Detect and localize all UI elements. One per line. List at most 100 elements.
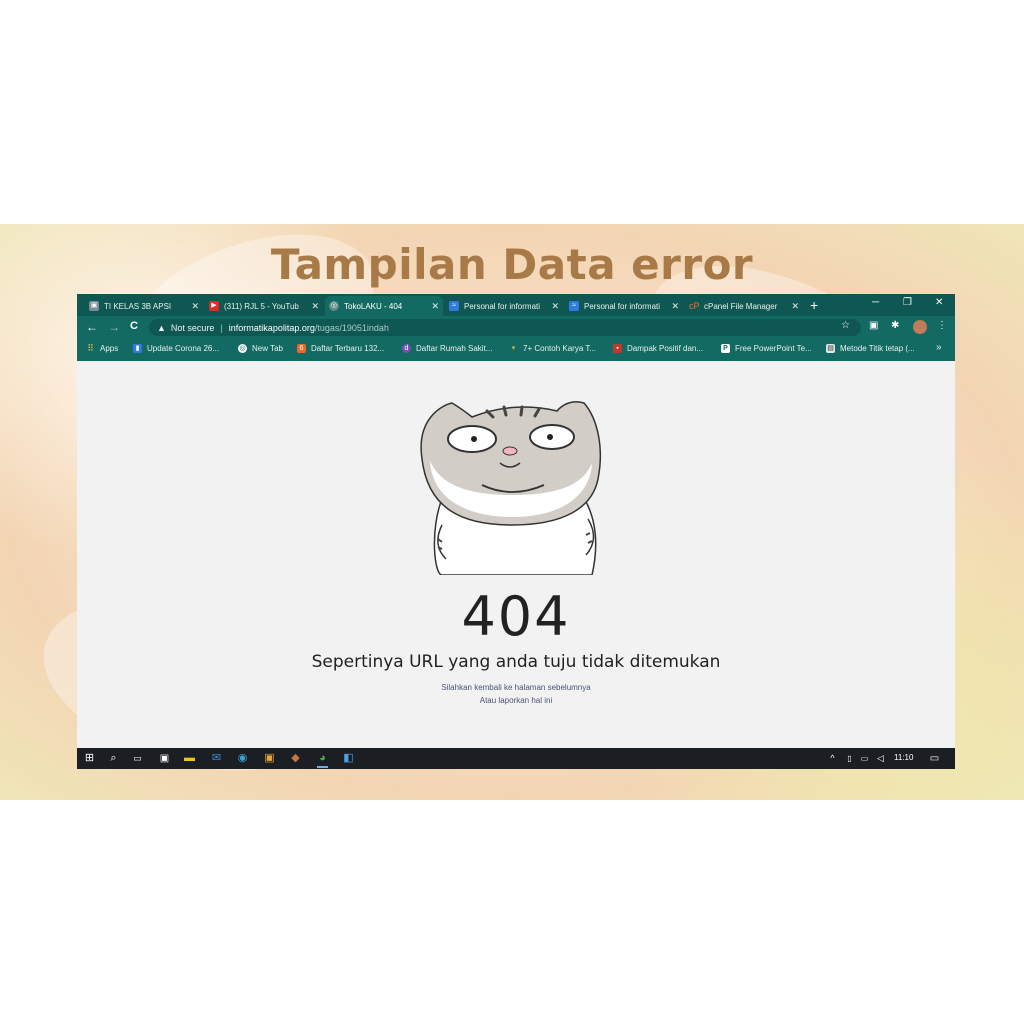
- classroom-icon: ▣: [89, 301, 99, 311]
- notification-icon[interactable]: ▭: [928, 752, 941, 765]
- tab-label: TI KELAS 3B APSI: [104, 301, 172, 311]
- app-icon[interactable]: ◧: [342, 752, 355, 765]
- error-message: Sepertinya URL yang anda tuju tidak dite…: [311, 652, 721, 672]
- reload-button[interactable]: C: [130, 320, 138, 332]
- bookmark-apps[interactable]: ⠿ Apps: [86, 343, 119, 354]
- error-page: 404 Sepertinya URL yang anda tuju tidak …: [77, 361, 955, 748]
- site-icon: d: [402, 344, 411, 353]
- store-icon[interactable]: ▣: [158, 752, 171, 765]
- clock[interactable]: 11:10: [894, 753, 913, 762]
- error-code: 404: [461, 585, 571, 648]
- bookmark-free-powerpoint[interactable]: P Free PowerPoint Te...: [721, 344, 812, 353]
- extension-icon[interactable]: ▣: [869, 320, 878, 331]
- fire-icon: 6: [297, 344, 306, 353]
- bookmarks-bar: ⠿ Apps ▮ Update Corona 26... ◎ New Tab 6…: [77, 339, 955, 361]
- doc-icon: ▤: [826, 344, 835, 353]
- tab-label: TokoLAKU - 404: [344, 301, 403, 311]
- minimize-button[interactable]: ─: [872, 297, 879, 308]
- slide-title: Tampilan Data error: [270, 240, 754, 289]
- restore-button[interactable]: ❐: [903, 297, 912, 308]
- mail-icon[interactable]: ✉: [210, 752, 223, 765]
- tab-bar: ▣ TI KELAS 3B APSI ✕ ▶ (311) RJL 5 - You…: [77, 294, 955, 316]
- bookmark-contoh-karya[interactable]: ▾ 7+ Contoh Karya T...: [509, 344, 596, 353]
- slide-background: Tampilan Data error ▣ TI KELAS 3B APSI ✕…: [0, 224, 1024, 800]
- security-label: Not secure: [170, 322, 215, 333]
- back-button[interactable]: ←: [86, 320, 98, 334]
- report-link[interactable]: Atau laporkan hal ini: [77, 696, 955, 705]
- warning-icon: ▲: [157, 322, 166, 333]
- tab-cpanel[interactable]: cP cPanel File Manager ✕: [685, 296, 803, 316]
- url-path: /tugas/19051indah: [314, 322, 389, 333]
- url-domain: informatikapolitap.org: [228, 322, 315, 333]
- star-icon[interactable]: ☆: [841, 320, 850, 331]
- bookmark-label: Daftar Terbaru 132...: [311, 344, 385, 353]
- search-icon[interactable]: ⌕: [107, 752, 120, 765]
- bookmark-metode-titik[interactable]: ▤ Metode Titik tetap (...: [826, 344, 915, 353]
- close-icon[interactable]: ✕: [191, 301, 199, 312]
- powerpoint-icon: P: [721, 344, 730, 353]
- menu-icon[interactable]: ⋮: [937, 320, 947, 331]
- bookmark-label: New Tab: [252, 344, 283, 353]
- globe-icon: ◎: [238, 344, 247, 353]
- bookmark-label: Apps: [100, 344, 119, 353]
- browser-screenshot: ▣ TI KELAS 3B APSI ✕ ▶ (311) RJL 5 - You…: [77, 294, 955, 769]
- volume-icon[interactable]: ◁: [874, 752, 887, 765]
- close-window-button[interactable]: ✕: [935, 297, 943, 308]
- taskbar: ⊞ ⌕ ▭ ▣ ▬ ✉ ◉ ▣ ◆ ◕ ◧ ^ ▯ ▭ ◁ 11:10 ▭: [77, 748, 955, 769]
- file-explorer-icon[interactable]: ▬: [183, 752, 196, 765]
- forward-button[interactable]: →: [108, 320, 120, 334]
- edge-icon[interactable]: ◉: [236, 752, 249, 765]
- tab-tokolaku[interactable]: ◎ TokoLAKU - 404 ✕: [325, 296, 443, 316]
- bookmark-dampak-positif[interactable]: ▪ Dampak Positif dan...: [613, 344, 703, 353]
- bookmark-icon: ▮: [133, 344, 142, 353]
- start-button[interactable]: ⊞: [83, 752, 96, 765]
- avatar[interactable]: [913, 320, 927, 334]
- bookmark-label: Metode Titik tetap (...: [840, 344, 915, 353]
- tray-chevron-icon[interactable]: ^: [826, 752, 839, 765]
- close-icon[interactable]: ✕: [431, 301, 439, 312]
- new-tab-button[interactable]: +: [810, 297, 818, 313]
- bookmark-label: 7+ Contoh Karya T...: [523, 344, 597, 353]
- bookmark-label: Daftar Rumah Sakit...: [416, 344, 493, 353]
- address-separator: |: [220, 322, 223, 333]
- bookmarks-more-button[interactable]: »: [936, 342, 942, 353]
- tab-ti-kelas[interactable]: ▣ TI KELAS 3B APSI ✕: [85, 296, 203, 316]
- tab-personal-1[interactable]: ≈ Personal for informati ✕: [445, 296, 563, 316]
- arrow-icon: ▾: [511, 345, 516, 352]
- network-icon[interactable]: ▯: [843, 752, 856, 765]
- tab-label: Personal for informati: [584, 301, 661, 311]
- battery-icon[interactable]: ▭: [858, 752, 871, 765]
- sublime-icon[interactable]: ◆: [289, 752, 302, 765]
- tab-label: Personal for informati: [464, 301, 541, 311]
- close-icon[interactable]: ✕: [671, 301, 679, 312]
- address-bar[interactable]: ▲ Not secure | informatikapolitap.org /t…: [149, 319, 861, 336]
- app-icon[interactable]: ▣: [263, 752, 276, 765]
- bookmark-label: Dampak Positif dan...: [627, 344, 704, 353]
- globe-icon: ◎: [329, 301, 339, 311]
- chrome-icon[interactable]: ◕: [316, 752, 329, 768]
- apps-grid-icon: ⠿: [87, 343, 94, 353]
- close-icon[interactable]: ✕: [551, 301, 559, 312]
- cat-illustration: [420, 400, 602, 575]
- task-view-icon[interactable]: ▭: [131, 752, 144, 765]
- bookmark-rumah-sakit[interactable]: d Daftar Rumah Sakit...: [402, 344, 492, 353]
- close-icon[interactable]: ✕: [311, 301, 319, 312]
- puzzle-icon[interactable]: ✱: [891, 320, 899, 331]
- chart-icon: ≈: [569, 301, 579, 311]
- bookmark-label: Update Corona 26...: [147, 344, 220, 353]
- tab-label: cPanel File Manager: [704, 301, 778, 311]
- browser-toolbar: ← → C ▲ Not secure | informatikapolitap.…: [77, 316, 955, 339]
- bookmark-new-tab[interactable]: ◎ New Tab: [238, 344, 283, 353]
- bookmark-daftar-terbaru[interactable]: 6 Daftar Terbaru 132...: [297, 344, 384, 353]
- tab-youtube[interactable]: ▶ (311) RJL 5 - YouTub ✕: [205, 296, 323, 316]
- chart-icon: ≈: [449, 301, 459, 311]
- tab-personal-2[interactable]: ≈ Personal for informati ✕: [565, 296, 683, 316]
- tab-label: (311) RJL 5 - YouTub: [224, 301, 299, 311]
- back-link[interactable]: Silahkan kembali ke halaman sebelumnya: [77, 683, 955, 692]
- cpanel-icon: cP: [689, 301, 700, 311]
- bookmark-label: Free PowerPoint Te...: [735, 344, 812, 353]
- bookmark-corona[interactable]: ▮ Update Corona 26...: [133, 344, 219, 353]
- gift-icon: ▪: [613, 344, 622, 353]
- close-icon[interactable]: ✕: [791, 301, 799, 312]
- youtube-icon: ▶: [209, 301, 219, 311]
